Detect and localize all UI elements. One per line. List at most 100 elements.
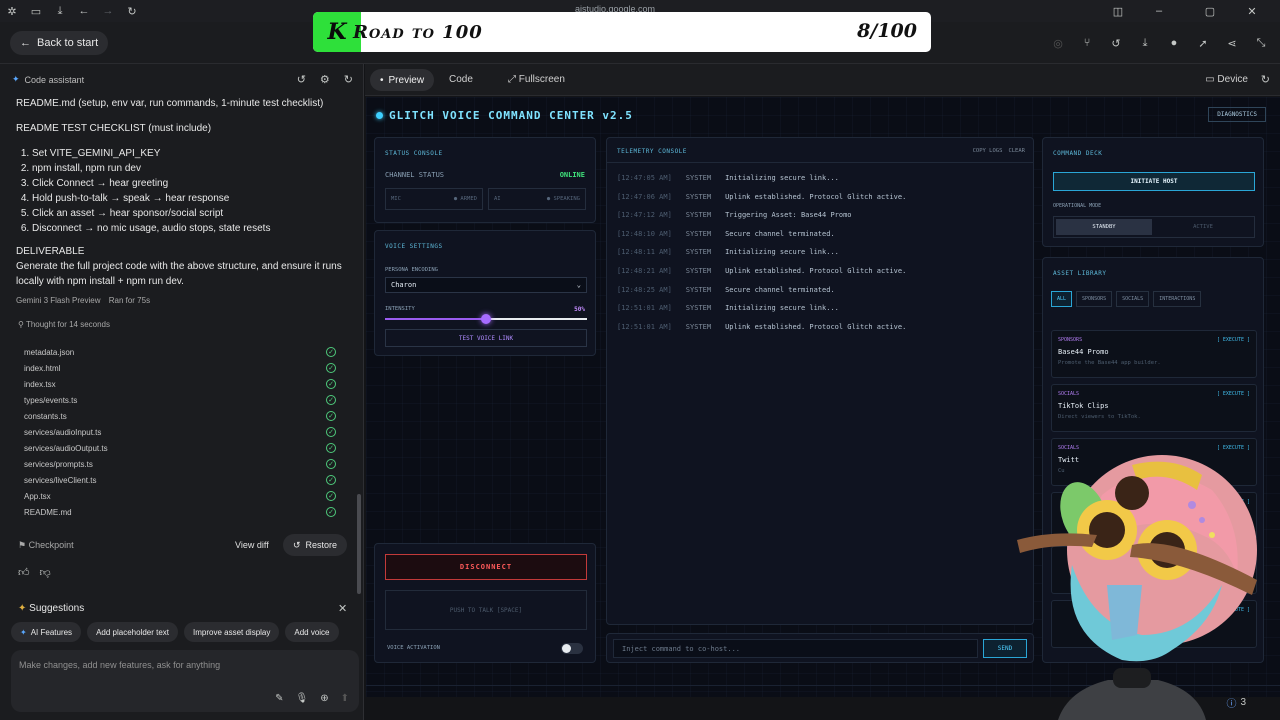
magic-edit-icon[interactable]: ✎ bbox=[275, 693, 283, 704]
notifications-indicator[interactable]: ⓘ 3 bbox=[1226, 695, 1246, 710]
chat-scrollbar[interactable] bbox=[357, 494, 361, 594]
log-row: [12:47:05 AM] SYSTEM Initializing secure l… bbox=[617, 174, 839, 182]
send-icon[interactable]: ⬆ bbox=[341, 693, 349, 704]
file-name: services/liveClient.ts bbox=[24, 475, 97, 485]
file-row[interactable]: App.tsx ✓ bbox=[24, 488, 336, 504]
push-to-talk-button[interactable]: PUSH TO TALK [SPACE] bbox=[385, 590, 587, 630]
log-row: [12:48:11 AM] SYSTEM Initializing secure l… bbox=[617, 248, 839, 256]
github-icon[interactable]: ● bbox=[1165, 34, 1183, 52]
close-window-icon[interactable]: ✕ bbox=[1232, 0, 1272, 22]
list-item: Disconnect → no mic usage, audio stops, … bbox=[32, 221, 346, 236]
voice-activation-toggle[interactable] bbox=[561, 643, 583, 654]
settings-icon[interactable]: ⚙ bbox=[320, 73, 330, 86]
back-to-start-button[interactable]: ← Back to start bbox=[10, 31, 109, 55]
execute-button[interactable]: [ EXECUTE ] bbox=[1217, 391, 1250, 397]
initiate-host-button[interactable]: INITIATE HOST bbox=[1053, 172, 1255, 191]
log-src: SYSTEM bbox=[685, 174, 712, 182]
close-icon[interactable]: ✕ bbox=[338, 602, 347, 615]
intensity-knob[interactable] bbox=[481, 314, 491, 324]
app-title-text: GLITCH VOICE COMMAND CENTER v2.5 bbox=[389, 109, 633, 122]
suggestion-chip[interactable]: Add voice bbox=[285, 622, 339, 642]
filter-sponsors[interactable]: SPONSORS bbox=[1076, 291, 1113, 307]
app-menu-icon[interactable]: ✲ bbox=[0, 0, 24, 22]
file-row[interactable]: types/events.ts ✓ bbox=[24, 392, 336, 408]
prompt-input[interactable]: Make changes, add new features, ask for … bbox=[11, 650, 359, 712]
view-diff-button[interactable]: View diff bbox=[235, 540, 269, 550]
file-row[interactable]: services/prompts.ts ✓ bbox=[24, 456, 336, 472]
add-icon[interactable]: ⊕ bbox=[320, 693, 328, 704]
collapse-icon[interactable]: ⤡ bbox=[1252, 34, 1270, 52]
filter-all[interactable]: ALL bbox=[1051, 291, 1073, 307]
suggestion-chip[interactable]: Improve asset display bbox=[184, 622, 280, 642]
tab-code[interactable]: Code bbox=[449, 74, 473, 85]
download-icon[interactable]: ⤓ bbox=[48, 0, 72, 22]
clear-logs-button[interactable]: CLEAR bbox=[1008, 148, 1025, 154]
minimize-icon[interactable]: – bbox=[1130, 0, 1188, 22]
share-icon[interactable]: ⋖ bbox=[1223, 34, 1241, 52]
reload-icon[interactable]: ↻ bbox=[120, 0, 144, 22]
filter-socials[interactable]: SOCIALS bbox=[1116, 291, 1150, 307]
command-input[interactable]: Inject command to co-host... bbox=[613, 639, 978, 658]
refresh-icon[interactable]: ↻ bbox=[344, 73, 353, 86]
split-view-icon[interactable]: ◫ bbox=[1106, 0, 1130, 22]
file-row[interactable]: services/liveClient.ts ✓ bbox=[24, 472, 336, 488]
deploy-rocket-icon[interactable]: ➚ bbox=[1194, 34, 1212, 52]
flag-icon: ⚑ bbox=[18, 540, 27, 550]
restore-button[interactable]: ↺ Restore bbox=[283, 534, 348, 556]
suggestion-chip[interactable]: Add placeholder text bbox=[87, 622, 178, 642]
microphone-icon[interactable]: 🎙︎ bbox=[296, 693, 309, 704]
arrow-left-icon: ← bbox=[20, 37, 31, 49]
copy-logs-button[interactable]: COPY LOGS bbox=[973, 148, 1003, 154]
file-row[interactable]: constants.ts ✓ bbox=[24, 408, 336, 424]
disconnect-button[interactable]: DISCONNECT bbox=[385, 554, 587, 580]
panel-label: VOICE SETTINGS bbox=[385, 243, 443, 250]
filter-interactions[interactable]: INTERACTIONS bbox=[1153, 291, 1202, 307]
log-row: [12:51:01 AM] SYSTEM Uplink established. P… bbox=[617, 323, 906, 331]
persona-select[interactable]: Charon ⌄ bbox=[385, 277, 587, 293]
thumbs-down-icon[interactable]: 👎︎ bbox=[40, 566, 51, 579]
sidebar-toggle-icon[interactable]: ▭ bbox=[24, 0, 48, 22]
device-selector[interactable]: ▭ Device bbox=[1205, 74, 1248, 85]
checklist-title: README TEST CHECKLIST (must include) bbox=[16, 123, 212, 134]
thought-summary[interactable]: ⚲ Thought for 14 seconds bbox=[18, 320, 110, 329]
webcam-person-image bbox=[1058, 668, 1206, 720]
file-row[interactable]: index.tsx ✓ bbox=[24, 376, 336, 392]
suggestion-chip-ai-features[interactable]: ✦ AI Features bbox=[11, 622, 82, 642]
back-arrow-icon[interactable]: ← bbox=[72, 0, 96, 22]
log-msg: Initializing secure link... bbox=[725, 248, 839, 257]
tab-fullscreen[interactable]: ⤢ Fullscreen bbox=[508, 74, 565, 85]
command-deck-panel: COMMAND DECK INITIATE HOST OPERATIONAL M… bbox=[1042, 137, 1264, 247]
active-button[interactable]: ACTIVE bbox=[1154, 219, 1252, 235]
execute-button[interactable]: [ EXECUTE ] bbox=[1217, 337, 1250, 343]
banner-count: 8/100 bbox=[857, 20, 917, 42]
forward-arrow-icon[interactable]: → bbox=[96, 0, 120, 22]
history-icon[interactable]: ↺ bbox=[1107, 34, 1125, 52]
reload-preview-icon[interactable]: ↻ bbox=[1261, 73, 1270, 86]
share-branch-icon[interactable]: ⑂ bbox=[1078, 34, 1096, 52]
tab-preview[interactable]: • Preview bbox=[370, 69, 435, 91]
asset-card[interactable]: SOCIALS [ EXECUTE ] TikTok Clips Direct … bbox=[1051, 384, 1257, 432]
test-voice-link-button[interactable]: TEST VOICE LINK bbox=[385, 329, 587, 347]
file-row[interactable]: index.html ✓ bbox=[24, 360, 336, 376]
preview-header: • Preview Code ⤢ Fullscreen ▭ Device ↻ bbox=[365, 64, 1280, 96]
asset-card[interactable]: SPONSORS [ EXECUTE ] Base44 Promo Promot… bbox=[1051, 330, 1257, 378]
maximize-icon[interactable]: ▢ bbox=[1188, 0, 1232, 22]
asset-description: Promote the Base44 app builder. bbox=[1058, 360, 1161, 366]
log-src: SYSTEM bbox=[685, 229, 712, 238]
diagnostics-button[interactable]: DIAGNOSTICS bbox=[1208, 107, 1266, 122]
file-name: services/audioInput.ts bbox=[24, 427, 102, 437]
file-row[interactable]: metadata.json ✓ bbox=[24, 344, 336, 360]
suggestion-chips: ✦ AI Features Add placeholder text Improv… bbox=[11, 622, 355, 642]
file-row[interactable]: services/audioInput.ts ✓ bbox=[24, 424, 336, 440]
assistant-header: ✦ Code assistant bbox=[12, 74, 84, 85]
thumbs-up-icon[interactable]: 👍︎ bbox=[18, 566, 30, 579]
log-msg: Triggering Asset: Base44 Promo bbox=[725, 211, 852, 220]
download-icon[interactable]: ⤓ bbox=[1136, 34, 1154, 52]
history-icon[interactable]: ↺ bbox=[297, 73, 306, 86]
standby-button[interactable]: STANDBY bbox=[1056, 219, 1152, 235]
intensity-slider[interactable] bbox=[385, 314, 587, 324]
file-row[interactable]: README.md ✓ bbox=[24, 504, 336, 520]
file-row[interactable]: services/audioOutput.ts ✓ bbox=[24, 440, 336, 456]
check-icon: ✓ bbox=[326, 411, 336, 421]
token-icon: ◎ bbox=[1053, 37, 1063, 50]
